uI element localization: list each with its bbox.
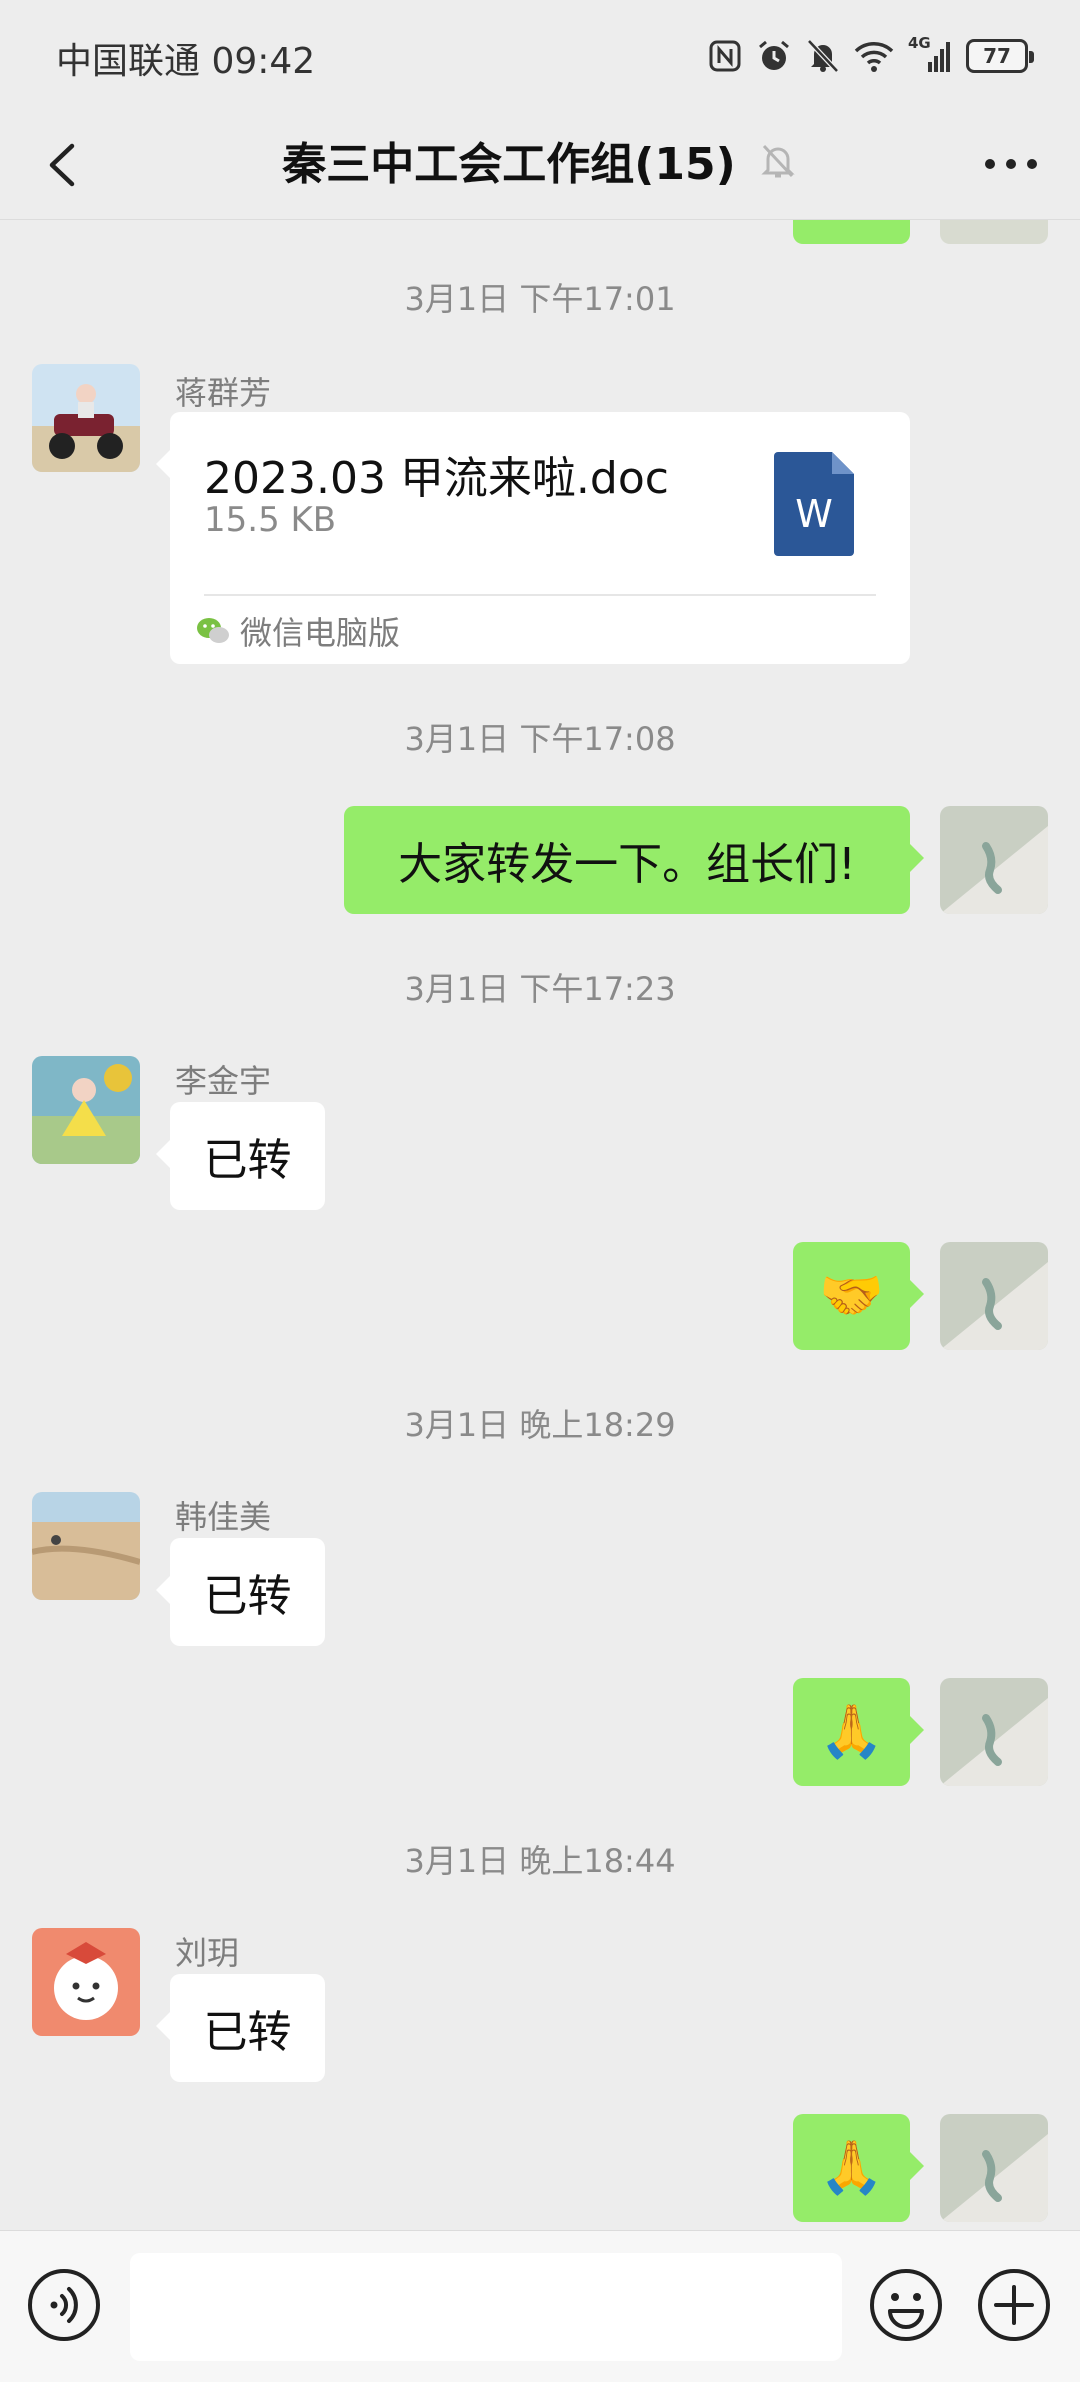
battery-level: 77 [983, 44, 1011, 68]
timestamp: 3月1日 下午17:08 [404, 720, 676, 758]
self-avatar[interactable] [940, 2114, 1048, 2222]
sender-name: 韩佳美 [175, 1498, 272, 1536]
outgoing-emoji-bubble[interactable]: 🙏 [793, 1678, 924, 1786]
sender-name: 蒋群芳 [175, 374, 272, 412]
more-functions-button[interactable] [976, 2267, 1052, 2343]
wechat-icon [197, 618, 229, 643]
self-avatar[interactable] [940, 1242, 1048, 1350]
avatar-han[interactable] [32, 1492, 140, 1600]
message-input[interactable] [130, 2253, 842, 2361]
battery-icon: 77 [966, 39, 1034, 73]
file-source-label: 微信电脑版 [240, 614, 401, 652]
message-text: 已转 [203, 1571, 292, 1622]
incoming-text-bubble[interactable]: 已转 [156, 1538, 325, 1646]
message-text: 大家转发一下。组长们! [398, 839, 856, 890]
alarm-icon [759, 40, 789, 70]
sender-name: 刘玥 [175, 1934, 240, 1972]
file-type-label: W [795, 492, 833, 536]
outgoing-emoji-bubble[interactable]: 🤝 [793, 1242, 924, 1350]
status-icons: 4G 77 [708, 34, 1034, 78]
chat-title-area[interactable]: 秦三中工会工作组(15) [0, 128, 1080, 192]
timestamp: 3月1日 晚上18:29 [404, 1406, 676, 1444]
voice-button[interactable] [26, 2267, 102, 2343]
self-avatar [940, 220, 1048, 244]
more-dots-icon [985, 159, 1037, 169]
timestamp: 3月1日 下午17:23 [404, 970, 676, 1008]
carrier-time: 中国联通 09:42 [56, 41, 316, 82]
bell-off-status-icon [807, 39, 839, 73]
previous-message-bubble [793, 220, 910, 244]
outgoing-text-bubble[interactable]: 大家转发一下。组长们! [344, 806, 924, 914]
emoji-button[interactable] [868, 2267, 944, 2343]
smiley-icon [870, 2269, 942, 2341]
file-name: 2023.03 甲流来啦.doc [204, 453, 669, 504]
wifi-icon [854, 42, 894, 72]
bell-off-icon [761, 144, 795, 178]
chat-message-list[interactable]: 3月1日 下午17:01 蒋群芳 2023.03 甲流来啦.doc 15.5 K… [0, 220, 1080, 2230]
timestamp: 3月1日 晚上18:44 [404, 1842, 676, 1880]
file-source: 微信电脑版 [196, 608, 400, 654]
incoming-text-bubble[interactable]: 已转 [156, 1102, 325, 1210]
plus-circle-icon [978, 2269, 1050, 2341]
avatar-liu[interactable] [32, 1928, 140, 2036]
status-bar: 中国联通 09:42 4G 77 [0, 0, 1080, 110]
file-size: 15.5 KB [204, 500, 337, 540]
message-text: 已转 [203, 2007, 292, 2058]
sender-name: 李金宇 [175, 1062, 272, 1100]
voice-icon [28, 2269, 100, 2341]
chat-title: 秦三中工会工作组(15) [282, 139, 736, 190]
self-avatar[interactable] [940, 806, 1048, 914]
file-card-divider [204, 594, 876, 596]
pray-emoji: 🙏 [819, 2138, 884, 2198]
avatar-li[interactable] [32, 1056, 140, 1164]
self-avatar[interactable] [940, 1678, 1048, 1786]
pray-emoji: 🙏 [819, 1702, 884, 1762]
nfc-icon [709, 40, 741, 72]
avatar-jiang[interactable] [32, 364, 140, 472]
input-bar [0, 2230, 1080, 2382]
handshake-emoji: 🤝 [819, 1266, 884, 1326]
signal-icon: 4G [908, 34, 952, 74]
timestamp: 3月1日 下午17:01 [404, 280, 676, 318]
chat-header: 秦三中工会工作组(15) [0, 110, 1080, 220]
file-message-card[interactable]: 2023.03 甲流来啦.doc 15.5 KB W 微信电脑版 [156, 412, 910, 664]
word-file-icon: W [774, 452, 854, 556]
message-text: 已转 [203, 1135, 292, 1186]
outgoing-emoji-bubble[interactable]: 🙏 [793, 2114, 924, 2222]
more-button[interactable] [976, 134, 1046, 194]
incoming-text-bubble[interactable]: 已转 [156, 1974, 325, 2082]
